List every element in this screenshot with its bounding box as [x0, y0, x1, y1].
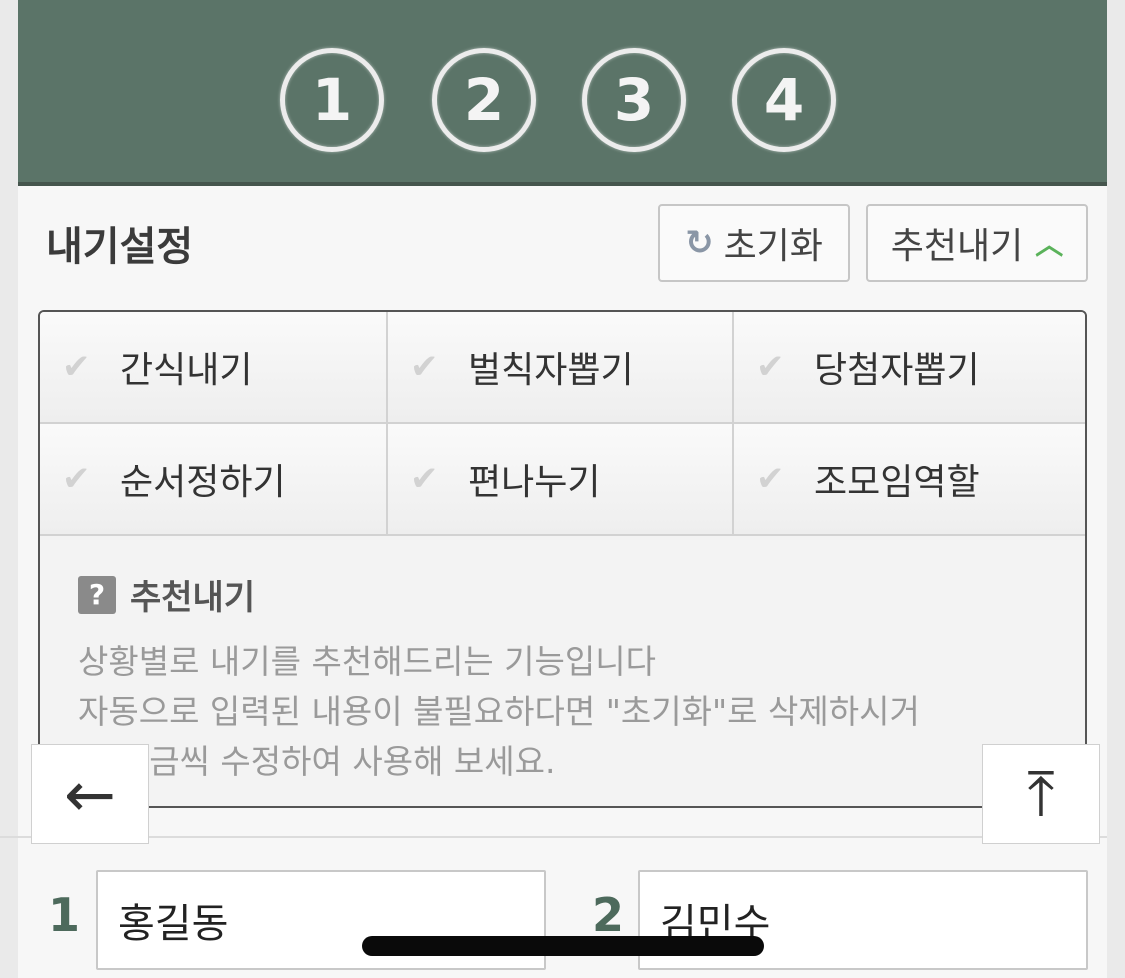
check-icon: ✔ — [410, 347, 439, 387]
reset-label: 초기화 — [723, 226, 823, 267]
check-icon: ✔ — [756, 459, 785, 499]
info-line: 상황별로 내기를 추천해드리는 기능입니다 — [78, 642, 656, 681]
option-penalty-pick[interactable]: ✔ 벌칙자뽑기 — [388, 312, 734, 424]
check-icon: ✔ — [62, 459, 91, 499]
info-line: 자동으로 입력된 내용이 불필요하다면 "초기화"로 삭제하시거 — [78, 692, 920, 731]
option-snack-bet[interactable]: ✔ 간식내기 — [40, 312, 388, 424]
info-title: 추천내기 — [130, 578, 256, 618]
step-1-circle[interactable]: 1 — [280, 48, 384, 152]
step-4-circle[interactable]: 4 — [732, 48, 836, 152]
arrow-left-icon: ← — [64, 757, 116, 831]
player-number: 2 — [592, 888, 625, 942]
recommend-label: 추천내기 — [890, 226, 1024, 267]
option-group-roles[interactable]: ✔ 조모임역할 — [734, 424, 1085, 536]
divider — [0, 836, 1107, 838]
reset-button[interactable]: ↻ 초기화 — [658, 204, 850, 282]
info-line: 나 조금씩 수정하여 사용해 보세요. — [78, 742, 556, 781]
option-team-split[interactable]: ✔ 편나누기 — [388, 424, 734, 536]
recommend-info: ? 추천내기 상황별로 내기를 추천해드리는 기능입니다 자동으로 입력된 내용… — [78, 570, 1058, 787]
back-button[interactable]: ← — [31, 744, 149, 844]
options-grid: ✔ 간식내기 ✔ 벌칙자뽑기 ✔ 당첨자뽑기 ✔ 순서정하기 ✔ 편나누기 ✔ 조모임역할 — [40, 312, 1085, 536]
recommend-toggle-button[interactable]: 추천내기 ︿ — [866, 204, 1088, 282]
options-panel: ✔ 간식내기 ✔ 벌칙자뽑기 ✔ 당첨자뽑기 ✔ 순서정하기 ✔ 편나누기 ✔ 조모임역할 … — [38, 310, 1087, 808]
player-number: 1 — [48, 888, 81, 942]
help-icon: ? — [78, 575, 116, 614]
refresh-icon: ↻ — [685, 223, 714, 263]
info-title-row: ? 추천내기 — [78, 570, 1058, 619]
chevron-up-icon: ︿ — [1035, 228, 1064, 261]
section-title: 내기설정 — [46, 224, 194, 270]
scroll-top-button[interactable]: ⤒ — [982, 744, 1100, 844]
option-winner-pick[interactable]: ✔ 당첨자뽑기 — [734, 312, 1085, 424]
page: 1 2 3 4 내기설정 ↻ 초기화 추천내기 ︿ ✔ 간식내기 ✔ 벌칙자뽑기 ✔… — [18, 0, 1107, 978]
chalkboard-header: 1 2 3 4 — [18, 0, 1107, 186]
check-icon: ✔ — [756, 347, 785, 387]
step-2-circle[interactable]: 2 — [432, 48, 536, 152]
home-indicator — [362, 936, 764, 956]
arrow-up-to-top-icon: ⤒ — [1027, 757, 1055, 830]
check-icon: ✔ — [62, 347, 91, 387]
option-order[interactable]: ✔ 순서정하기 — [40, 424, 388, 536]
step-3-circle[interactable]: 3 — [582, 48, 686, 152]
check-icon: ✔ — [410, 459, 439, 499]
